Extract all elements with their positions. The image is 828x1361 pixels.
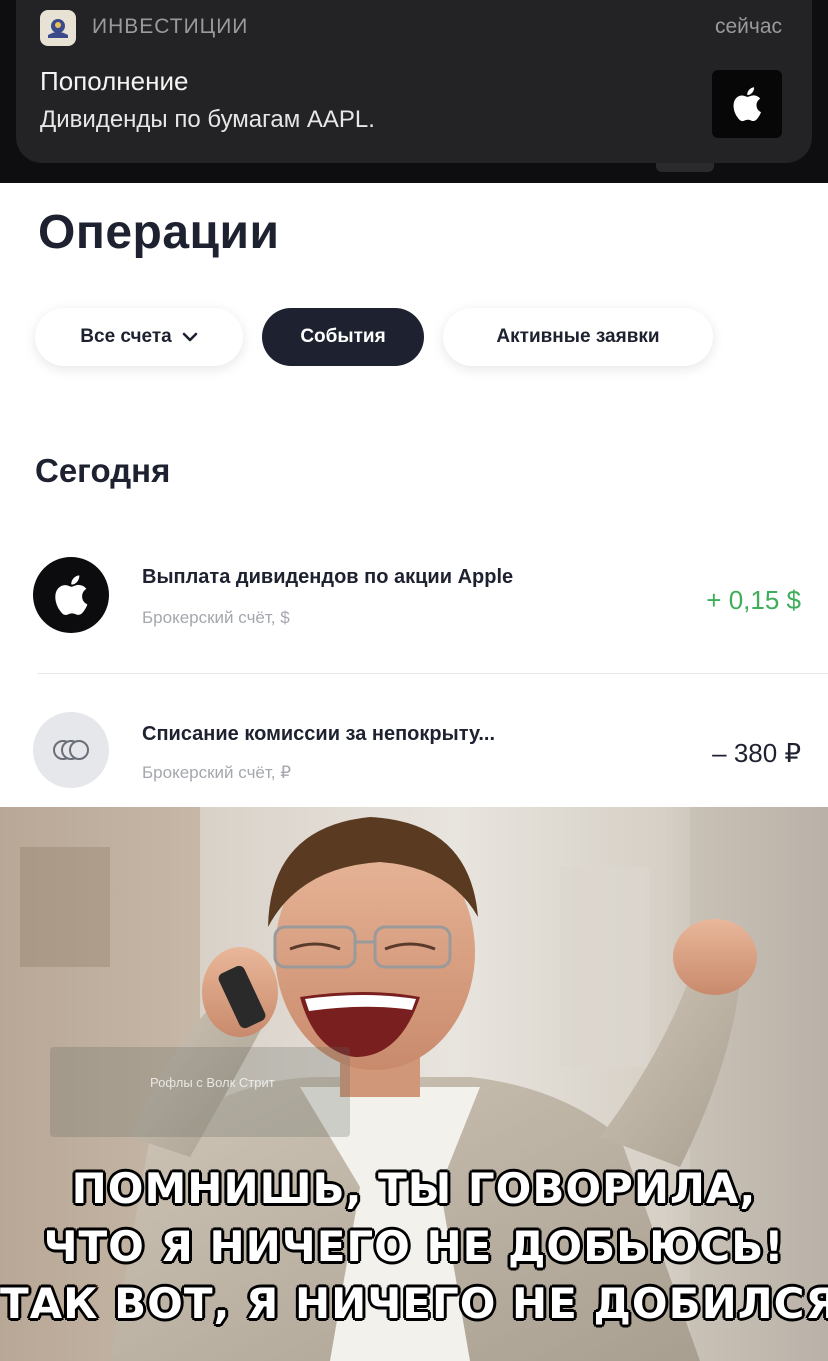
notification-time: сейчас: [714, 15, 782, 38]
events-tab-label: События: [300, 326, 386, 347]
accounts-filter-label: Все счета: [80, 326, 172, 347]
meme-image: Рофлы с Волк Стрит ПОМНИШЬ, ТЫ ГОВОРИЛА,…: [0, 807, 828, 1361]
push-notification[interactable]: ИНВЕСТИЦИИ сейчас Пополнение Дивиденды п…: [16, 0, 812, 163]
watermark-box: Рофлы с Волк Стрит: [50, 1047, 350, 1137]
notification-app-name: ИНВЕСТИЦИИ: [92, 15, 249, 38]
operation-title: Списание комиссии за непокрыту...: [142, 723, 496, 745]
operation-account: Брокерский счёт, ₽: [142, 763, 292, 782]
operation-amount: + 0,15 $: [706, 585, 801, 615]
notification-body: Дивиденды по бумагам AAPL.: [40, 106, 375, 133]
watermark-text: Рофлы с Волк Стрит: [150, 1075, 275, 1090]
investments-app-icon: [40, 10, 76, 46]
meme-caption-line: ПОМНИШЬ, ТЫ ГОВОРИЛА,: [71, 1164, 757, 1213]
coins-icon: [33, 712, 109, 788]
row-divider: [38, 673, 828, 674]
apple-logo-icon: [712, 70, 782, 138]
operation-row[interactable]: Выплата дивидендов по акции Apple Брокер…: [0, 545, 828, 645]
notification-title: Пополнение: [40, 66, 189, 96]
meme-caption-line: ЧТО Я НИЧЕГО НЕ ДОБЬЮСЬ!: [43, 1222, 785, 1271]
section-title-today: Сегодня: [35, 452, 171, 489]
active-orders-tab[interactable]: Активные заявки: [443, 308, 713, 366]
operation-title: Выплата дивидендов по акции Apple: [142, 566, 514, 588]
events-tab[interactable]: События: [262, 308, 424, 366]
apple-logo-icon: [33, 557, 109, 633]
active-orders-tab-label: Активные заявки: [496, 326, 660, 347]
operation-row[interactable]: Списание комиссии за непокрыту... Брокер…: [0, 700, 828, 800]
accounts-filter-dropdown[interactable]: Все счета: [35, 308, 243, 366]
page-title: Операции: [38, 206, 280, 259]
notification-stack-indicator: [656, 163, 714, 172]
chevron-down-icon: [182, 331, 198, 343]
operation-amount: – 380 ₽: [712, 738, 801, 768]
meme-caption-line: ТАК ВОТ, Я НИЧЕГО НЕ ДОБИЛСЯ!: [0, 1279, 828, 1328]
operation-account: Брокерский счёт, $: [142, 608, 290, 627]
